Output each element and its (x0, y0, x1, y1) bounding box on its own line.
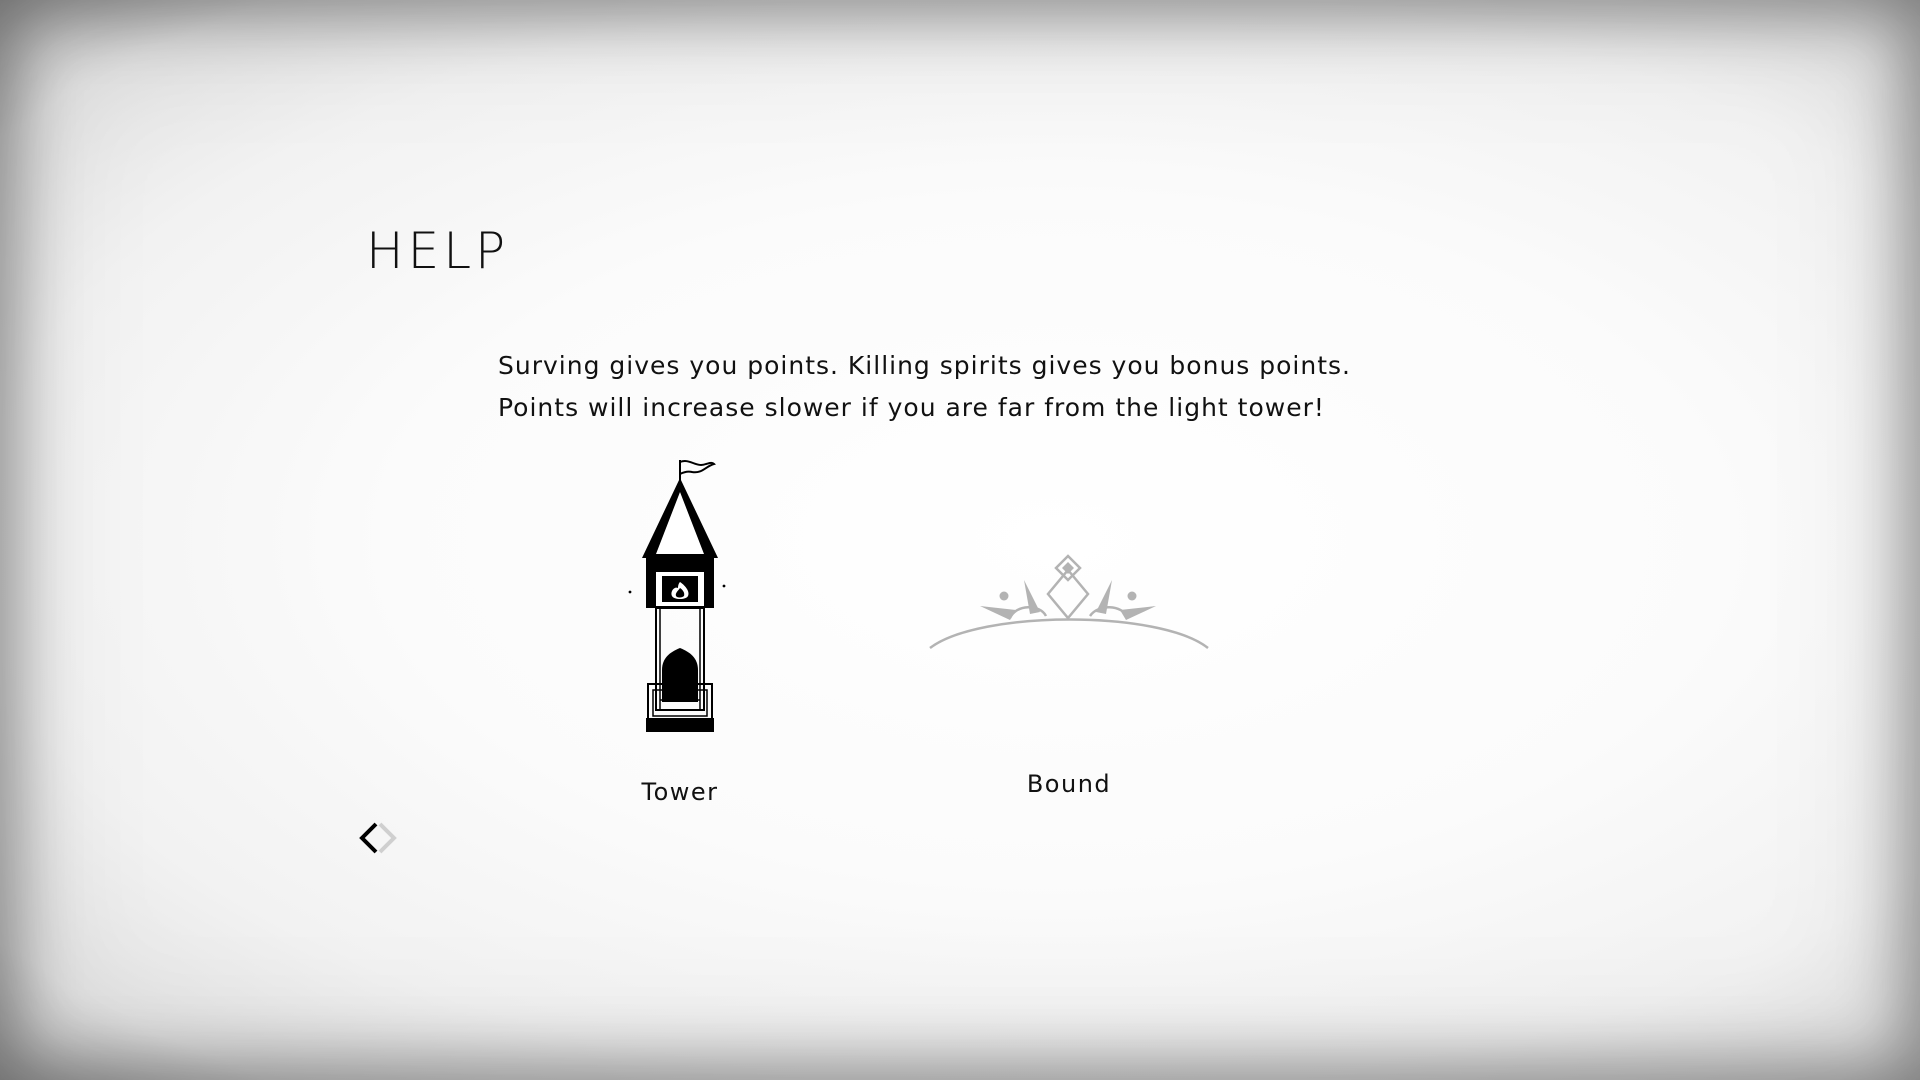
bound-label: Bound (1026, 770, 1112, 798)
page-title: HELP (366, 222, 510, 280)
help-description-line-1: Surving gives you points. Killing spirit… (498, 351, 1351, 380)
tower-label: Tower (641, 778, 719, 806)
back-arrow-icon (359, 822, 397, 854)
screen-vignette (0, 0, 1920, 1080)
help-description: Surving gives you points. Killing spirit… (498, 345, 1398, 429)
back-button[interactable] (358, 818, 402, 862)
help-description-line-2: Points will increase slower if you are f… (498, 393, 1325, 422)
bound-icon (920, 550, 1220, 650)
light-tower-icon (600, 458, 760, 744)
